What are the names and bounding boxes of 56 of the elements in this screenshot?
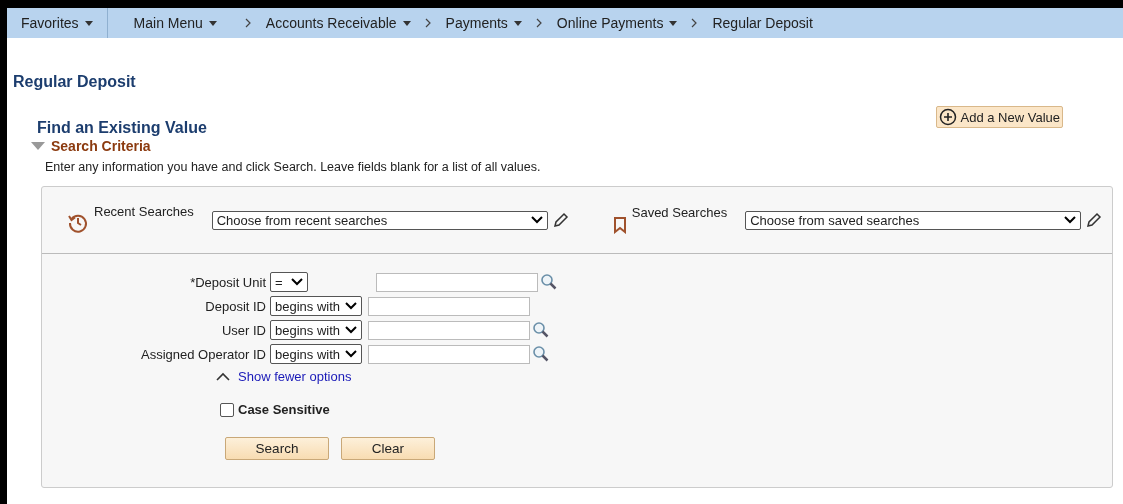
recent-searches-dropdown[interactable]: Choose from recent searches	[211, 210, 548, 230]
field-label: *Deposit Unit	[189, 274, 267, 290]
page-title: Regular Deposit	[13, 73, 137, 91]
chevron-down-icon	[291, 278, 303, 286]
nav-menu-item[interactable]: Regular Deposit	[712, 15, 813, 31]
search-icon[interactable]	[540, 273, 558, 291]
checkbox-label: Case Sensitive	[238, 402, 330, 417]
dropdown-caret-icon[interactable]	[402, 20, 411, 26]
collapse-triangle-icon[interactable]	[31, 141, 45, 151]
section-toggle-link[interactable]: Search Criteria	[51, 138, 151, 154]
search-icon[interactable]	[532, 321, 550, 339]
dropdown-caret-icon[interactable]	[208, 20, 217, 26]
chevron-down-icon	[345, 326, 357, 334]
input-field[interactable]	[368, 320, 530, 340]
field-label: Saved Searches	[631, 204, 728, 220]
form-button[interactable]: Clear	[341, 437, 435, 460]
chevron-down-icon	[1064, 216, 1077, 224]
field-label: User ID	[220, 322, 267, 338]
bookmark-icon	[611, 215, 628, 234]
section-heading: Find an Existing Value	[37, 119, 207, 137]
dropdown-caret-icon[interactable]	[513, 20, 522, 26]
chevron-up-icon[interactable]	[216, 371, 230, 381]
pencil-icon[interactable]	[1085, 211, 1104, 229]
chevron-down-icon	[345, 302, 357, 310]
operator-dropdown[interactable]: =	[270, 272, 308, 292]
nav-menu-item[interactable]: Online Payments	[556, 15, 678, 31]
chevron-icon	[424, 18, 432, 28]
instructions-text: Enter any information you have and click Search. Leave fields blank for a list of all values.	[45, 160, 542, 174]
dropdown-caret-icon[interactable]	[84, 20, 93, 26]
operator-dropdown[interactable]: begins with	[270, 344, 362, 364]
chevron-icon	[244, 18, 252, 28]
input-field[interactable]	[368, 296, 530, 316]
dropdown-caret-icon[interactable]	[669, 20, 678, 26]
add-new-value-button[interactable]: Add a New Value	[935, 106, 1063, 128]
input-field[interactable]	[376, 272, 538, 292]
chevron-icon	[535, 18, 543, 28]
chevron-down-icon	[530, 216, 543, 224]
pencil-icon[interactable]	[551, 211, 570, 229]
show-fewer-options-link[interactable]: Show fewer options	[238, 368, 352, 384]
checkbox[interactable]	[220, 402, 234, 417]
nav-menu-item[interactable]: Main Menu	[107, 15, 217, 31]
plus-circle-icon	[938, 108, 957, 126]
saved-searches-dropdown[interactable]: Choose from saved searches	[745, 210, 1082, 230]
chevron-down-icon	[345, 350, 357, 358]
operator-dropdown[interactable]: begins with	[270, 320, 362, 340]
form-button[interactable]: Search	[225, 437, 329, 460]
search-icon[interactable]	[532, 345, 550, 363]
input-field[interactable]	[368, 344, 530, 364]
nav-menu-item[interactable]: Payments	[445, 15, 522, 31]
nav-menu-item[interactable]: Accounts Receivable	[265, 15, 411, 31]
nav-menu-item[interactable]: Favorites	[7, 15, 107, 31]
field-label: Recent Searches	[94, 204, 194, 219]
field-label: Deposit ID	[204, 298, 267, 314]
chevron-icon	[691, 18, 699, 28]
field-label: Assigned Operator ID	[140, 346, 267, 362]
operator-dropdown[interactable]: begins with	[270, 296, 362, 316]
